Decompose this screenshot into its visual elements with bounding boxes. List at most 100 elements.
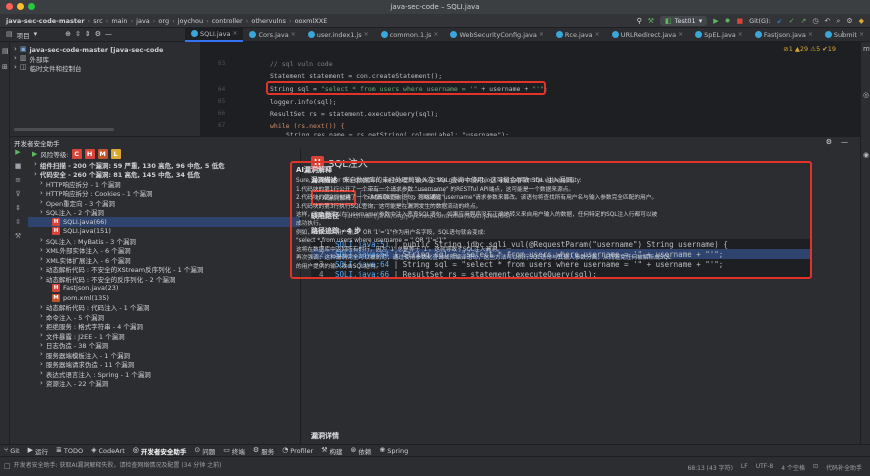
code-line[interactable]: Statement statement = con.createStatemen… xyxy=(270,72,442,80)
breadcrumb-item[interactable]: src xyxy=(93,17,103,25)
history-icon[interactable]: ◷ xyxy=(812,17,818,25)
tool-window-button[interactable]: ❀ Spring xyxy=(379,447,408,455)
tool-window-button[interactable]: ⚙ 服务 xyxy=(253,446,274,456)
expand-icon[interactable]: ⇕ xyxy=(85,31,91,38)
indent-setting[interactable]: 4 个空格 xyxy=(781,463,805,472)
zoom-window-button[interactable] xyxy=(28,3,35,10)
close-icon[interactable]: × xyxy=(232,30,237,37)
tool-window-button[interactable]: ▶ 运行 xyxy=(28,446,48,456)
editor-tab[interactable]: URLRedirect.java × xyxy=(606,28,689,42)
search-icon[interactable]: ⌕ xyxy=(836,17,840,25)
close-icon[interactable]: × xyxy=(364,31,369,38)
commit-icon[interactable]: ✓ xyxy=(789,17,795,25)
tree-item[interactable]: › HTTP响应拆分 - 1 个漏洞 xyxy=(28,179,300,189)
locate-icon[interactable]: ⊕ xyxy=(65,31,71,38)
close-icon[interactable]: × xyxy=(678,31,683,38)
breadcrumb-item[interactable]: ooxmlXXE xyxy=(295,17,328,25)
close-icon[interactable]: × xyxy=(859,31,864,38)
code-editor[interactable]: 63 64 65 66 67 // sql vuln code Statemen… xyxy=(200,42,860,136)
tree-item[interactable]: › 代码安全 - 260 个漏洞: 81 高危, 145 中危, 34 低危 xyxy=(28,170,300,179)
tree-item[interactable]: › 资源注入 - 22 个漏洞 xyxy=(28,379,300,388)
breadcrumb-item[interactable]: main xyxy=(111,17,127,25)
gear-icon[interactable]: ⚙ xyxy=(846,17,852,25)
database-icon[interactable]: ◎ xyxy=(863,92,869,99)
tree-item[interactable]: H SQLI.java(66) xyxy=(28,217,300,227)
risk-filter-low[interactable]: L xyxy=(110,149,121,159)
tree-item[interactable]: H Fastjson.java(23) xyxy=(28,284,300,294)
more-tabs-icon[interactable]: ⋮ xyxy=(839,31,846,38)
collapse-icon[interactable]: ⇳ xyxy=(75,31,81,38)
debug-icon[interactable]: ✹ xyxy=(725,17,731,25)
minimize-icon[interactable]: — xyxy=(841,139,848,146)
tree-item[interactable]: H SQLI.java(151) xyxy=(28,227,300,237)
minimize-icon[interactable]: — xyxy=(105,31,112,38)
project-label[interactable]: 项目 xyxy=(17,30,30,40)
tree-item[interactable]: › 拒绝服务 : 格式字符串 - 4 个漏洞 xyxy=(28,322,300,331)
breadcrumb-item[interactable]: org xyxy=(158,17,169,25)
editor-tab[interactable]: user.index1.js × xyxy=(302,28,375,42)
vcs-icon[interactable]: ⚲ xyxy=(637,17,642,25)
close-icon[interactable]: × xyxy=(291,31,296,38)
tree-item[interactable]: › 动态解析代码 : 不安全的反序列化 - 2 个漏洞 xyxy=(28,274,300,284)
tool-window-button[interactable]: ⑂ Git xyxy=(4,447,20,455)
editor-tab[interactable]: WebSecurityConfig.java × xyxy=(444,28,549,42)
tool-window-button[interactable]: ⊛ 依赖 xyxy=(350,446,371,456)
structure-icon[interactable]: ⊞ xyxy=(2,64,8,71)
plugin-icon[interactable]: ◆ xyxy=(859,17,864,25)
tool-window-button[interactable]: ◎ 开发者安全助手 xyxy=(133,446,187,456)
tool-window-button[interactable]: ◔ Profiler xyxy=(282,447,313,455)
code-line[interactable]: ResultSet rs = statement.executeQuery(sq… xyxy=(270,110,438,118)
run-scan-icon[interactable]: ▶ xyxy=(10,148,26,162)
expand-all-icon[interactable]: ⇕ xyxy=(10,204,26,218)
close-icon[interactable]: × xyxy=(808,31,813,38)
push-icon[interactable]: ↗ xyxy=(801,17,807,25)
maven-icon[interactable]: m xyxy=(863,46,870,53)
gear-icon[interactable]: ⚙ xyxy=(826,139,832,146)
close-icon[interactable]: × xyxy=(738,31,743,38)
hammer-icon[interactable]: ⚒ xyxy=(648,17,654,25)
close-icon[interactable]: × xyxy=(433,31,438,38)
collapse-all-icon[interactable]: ⇳ xyxy=(10,218,26,232)
breadcrumb-item[interactable]: controller xyxy=(212,17,243,25)
lock-icon[interactable]: ⊡ xyxy=(813,463,818,472)
breadcrumb-item[interactable]: java xyxy=(136,17,150,25)
tree-item-scratches[interactable]: › ◫ 临时文件和控制台 xyxy=(14,63,200,73)
tree-item[interactable]: › 命令注入 - 5 个漏洞 xyxy=(28,312,300,322)
run-icon[interactable]: ▶ xyxy=(713,17,718,25)
tree-item[interactable]: Mpom.xml(135) xyxy=(28,293,300,303)
tree-item[interactable]: › 组件扫描 - 200 个漏洞: 59 严重, 130 高危, 96 中危, 5… xyxy=(28,160,300,170)
funnel-icon[interactable]: ⊽ xyxy=(10,190,26,204)
horizontal-scrollbar[interactable] xyxy=(14,128,114,131)
close-icon[interactable]: × xyxy=(595,31,600,38)
risk-filter-critical[interactable]: C xyxy=(71,149,82,159)
close-window-button[interactable] xyxy=(6,3,13,10)
editor-tab[interactable]: Cors.java × xyxy=(243,28,301,42)
cursor-position[interactable]: 68:13 (43 字符) xyxy=(687,463,732,472)
tree-item[interactable]: › 服务器端模板注入 - 1 个漏洞 xyxy=(28,350,300,360)
breadcrumb-item[interactable]: joychou xyxy=(178,17,203,25)
tree-item[interactable]: › 文件暴露 : J2EE - 1 个漏洞 xyxy=(28,331,300,341)
code-line[interactable]: while (rs.next()) { xyxy=(270,122,344,130)
tool-window-button[interactable]: ⚒ 构建 xyxy=(321,446,342,456)
editor-tab[interactable]: SpEL.java × xyxy=(689,28,749,42)
notifications-icon[interactable]: ◉ xyxy=(863,152,869,159)
plugin-status[interactable]: 代码补全助手 xyxy=(826,463,862,472)
editor-tab[interactable]: Rce.java × xyxy=(550,28,606,42)
tree-item[interactable]: › Open重定向 - 3 个漏洞 xyxy=(28,198,300,208)
stop-scan-icon[interactable]: ■ xyxy=(10,162,26,176)
line-separator[interactable]: LF xyxy=(741,463,748,472)
tree-item[interactable]: › HTTP响应拆分 : Cookies - 1 个漏洞 xyxy=(28,189,300,198)
tree-item[interactable]: › 表达式语言注入 : Spring - 1 个漏洞 xyxy=(28,369,300,379)
tool-window-button[interactable]: ≣ TODO xyxy=(56,447,83,455)
gear-icon[interactable]: ⚙ xyxy=(95,31,101,38)
tree-item[interactable]: › XML实体扩展注入 - 6 个漏洞 xyxy=(28,255,300,265)
tool-window-button[interactable]: ⊙ 问题 xyxy=(194,446,215,456)
tree-item[interactable]: › 日志伪造 - 38 个漏洞 xyxy=(28,341,300,350)
tree-item[interactable]: › SQL注入 - 2 个漏洞 xyxy=(28,208,300,217)
inspection-summary[interactable]: ⊘1 ▲29 ⚠5 ✔19 xyxy=(783,45,836,53)
file-encoding[interactable]: UTF-8 xyxy=(756,463,774,472)
editor-tab[interactable]: Fastjson.java × xyxy=(749,28,819,42)
filter-icon[interactable]: ≡ xyxy=(10,176,26,190)
tree-item[interactable]: › SQL注入 : MyBatis - 3 个漏洞 xyxy=(28,236,300,246)
close-icon[interactable]: × xyxy=(539,31,544,38)
